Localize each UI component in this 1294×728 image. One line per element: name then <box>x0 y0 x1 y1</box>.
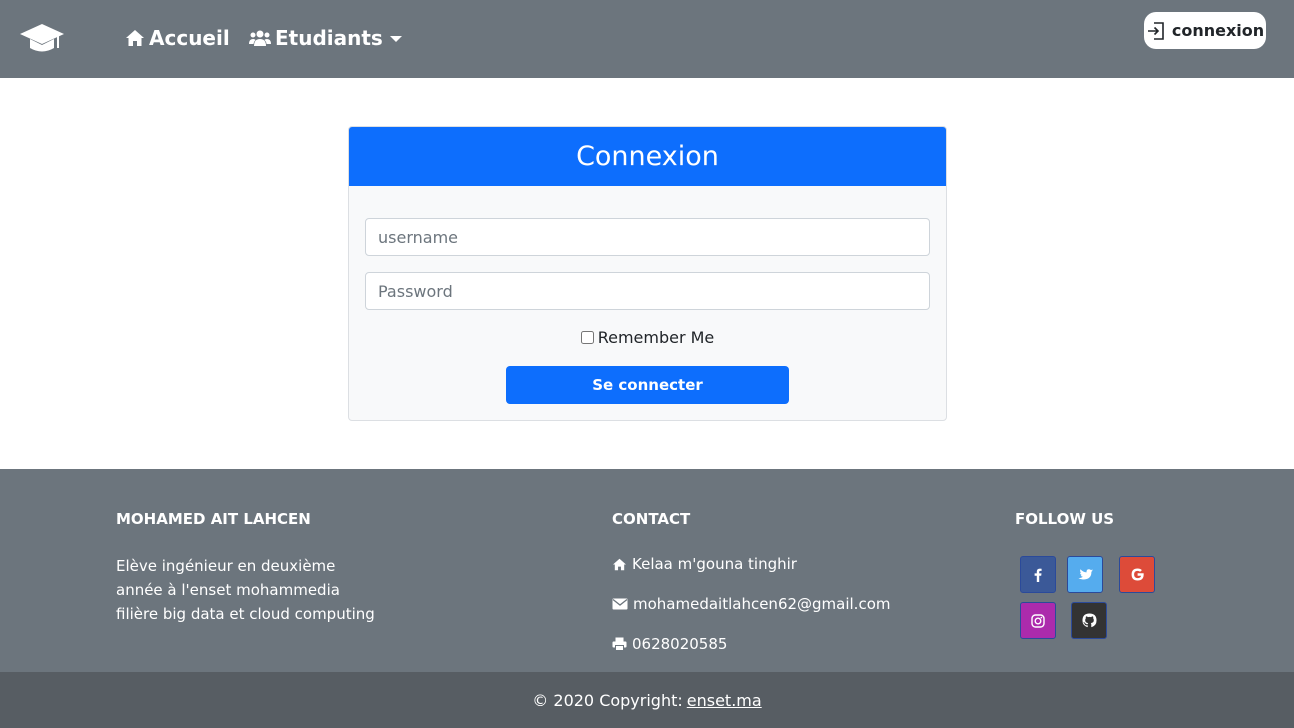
copyright-bar: © 2020 Copyright: enset.ma <box>0 672 1294 728</box>
contact-email-text: mohamedaitlahcen62@gmail.com <box>633 595 891 613</box>
submit-login-button[interactable]: Se connecter <box>506 366 789 404</box>
google-button[interactable] <box>1119 556 1155 593</box>
footer-contact-title: CONTACT <box>612 510 691 528</box>
login-button[interactable]: connexion <box>1144 12 1266 49</box>
home-icon <box>126 30 144 46</box>
contact-address: Kelaa m'gouna tinghir <box>612 555 797 573</box>
footer: MOHAMED AIT LAHCEN Elève ingénieur en de… <box>0 469 1294 672</box>
username-input[interactable] <box>365 218 930 256</box>
printer-icon <box>612 637 627 651</box>
home-icon <box>613 558 626 570</box>
footer-about-title: MOHAMED AIT LAHCEN <box>116 510 311 528</box>
github-button[interactable] <box>1071 602 1107 639</box>
graduation-cap-icon[interactable] <box>18 20 66 56</box>
about-line: filière big data et cloud computing <box>116 605 375 623</box>
footer-about-text: Elève ingénieur en deuxième année à l'en… <box>116 554 396 626</box>
facebook-button[interactable] <box>1020 556 1056 593</box>
remember-me: Remember Me <box>349 328 946 347</box>
copyright-link[interactable]: enset.ma <box>687 691 762 710</box>
login-button-label: connexion <box>1171 21 1265 40</box>
github-icon <box>1081 613 1097 628</box>
about-line: année à l'enset mohammedia <box>116 581 340 599</box>
contact-email: mohamedaitlahcen62@gmail.com <box>612 595 891 613</box>
nav-students-dropdown[interactable]: Etudiants <box>249 24 402 52</box>
instagram-icon <box>1031 613 1045 628</box>
contact-address-text: Kelaa m'gouna tinghir <box>632 555 797 573</box>
contact-phone: 0628020585 <box>612 635 727 653</box>
login-card: Connexion Remember Me Se connecter <box>348 126 947 421</box>
envelope-icon <box>612 598 628 610</box>
password-input[interactable] <box>365 272 930 310</box>
nav-home-link[interactable]: Accueil <box>125 24 230 52</box>
twitter-button[interactable] <box>1067 556 1103 593</box>
remember-me-checkbox[interactable] <box>580 331 594 344</box>
twitter-icon <box>1077 568 1093 579</box>
instagram-button[interactable] <box>1020 602 1056 639</box>
about-line: Elève ingénieur en deuxième <box>116 557 336 575</box>
navbar: Accueil Etudiants connexion <box>0 0 1294 78</box>
footer-follow-title: FOLLOW US <box>1015 510 1115 528</box>
sign-in-icon <box>1147 21 1164 40</box>
copyright-text: © 2020 Copyright: <box>532 690 683 710</box>
login-card-title: Connexion <box>349 127 946 186</box>
contact-phone-text: 0628020585 <box>632 635 728 653</box>
google-icon <box>1131 568 1144 581</box>
nav-students-label: Etudiants <box>275 26 383 50</box>
users-icon <box>249 30 271 46</box>
chevron-down-icon <box>389 36 402 42</box>
facebook-icon <box>1034 568 1042 582</box>
remember-me-label: Remember Me <box>597 328 715 347</box>
nav-home-label: Accueil <box>149 26 230 50</box>
